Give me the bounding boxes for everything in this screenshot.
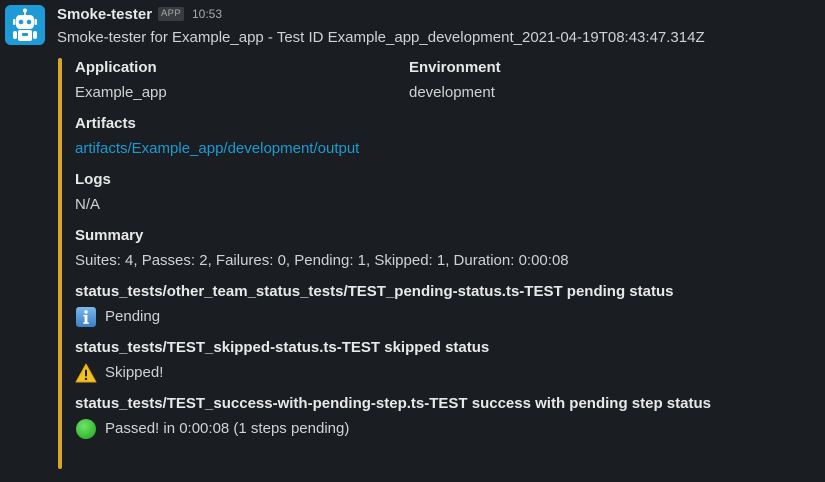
test-title: status_tests/TEST_skipped-status.ts-TEST… — [75, 339, 490, 356]
attachment-body: Application Example_app Environment deve… — [75, 57, 815, 440]
message-timestamp[interactable]: 10:53 — [192, 7, 222, 21]
app-badge: APP — [158, 7, 184, 21]
message-header: Smoke-tester APP 10:53 — [57, 3, 222, 25]
test-title: status_tests/other_team_status_tests/TES… — [75, 283, 674, 300]
field-value: Suites: 4, Passes: 2, Failures: 0, Pendi… — [75, 252, 569, 269]
test-result-pending: status_tests/other_team_status_tests/TES… — [75, 281, 815, 337]
test-status-label: Passed! in 0:00:08 (1 steps pending) — [105, 420, 350, 437]
field-environment: Environment development — [409, 57, 743, 113]
field-title: Artifacts — [75, 115, 136, 132]
slack-message: Smoke-tester APP 10:53 Smoke-tester for … — [0, 0, 825, 482]
artifacts-link[interactable]: artifacts/Example_app/development/output — [75, 140, 359, 157]
test-status: Passed! in 0:00:08 (1 steps pending) — [75, 418, 815, 440]
test-status-label: Pending — [105, 308, 161, 325]
field-value: N/A — [75, 196, 101, 213]
test-result-skipped: status_tests/TEST_skipped-status.ts-TEST… — [75, 337, 815, 393]
field-artifacts: Artifacts artifacts/Example_app/developm… — [75, 113, 815, 169]
robot-icon[interactable] — [5, 5, 45, 45]
test-status: Pending — [75, 306, 815, 328]
attachment-color-bar — [58, 58, 62, 469]
field-summary: Summary Suites: 4, Passes: 2, Failures: … — [75, 225, 815, 281]
green-circle-icon — [75, 418, 97, 440]
warning-icon — [75, 362, 97, 384]
field-title: Environment — [409, 59, 501, 76]
field-title: Summary — [75, 227, 144, 244]
field-title: Logs — [75, 171, 111, 188]
message-text: Smoke-tester for Example_app - Test ID E… — [57, 29, 705, 46]
field-logs: Logs N/A — [75, 169, 815, 225]
fields-row: Application Example_app Environment deve… — [75, 57, 815, 113]
field-title: Application — [75, 59, 157, 76]
field-value: development — [409, 84, 495, 101]
information-icon — [75, 306, 97, 328]
field-application: Application Example_app — [75, 57, 409, 113]
field-value: artifacts/Example_app/development/output — [75, 138, 815, 160]
test-title: status_tests/TEST_success-with-pending-s… — [75, 395, 711, 412]
test-status: Skipped! — [75, 362, 815, 384]
sender-name[interactable]: Smoke-tester — [57, 6, 152, 23]
test-result-success: status_tests/TEST_success-with-pending-s… — [75, 393, 815, 440]
field-value: Example_app — [75, 84, 167, 101]
test-status-label: Skipped! — [105, 364, 164, 381]
